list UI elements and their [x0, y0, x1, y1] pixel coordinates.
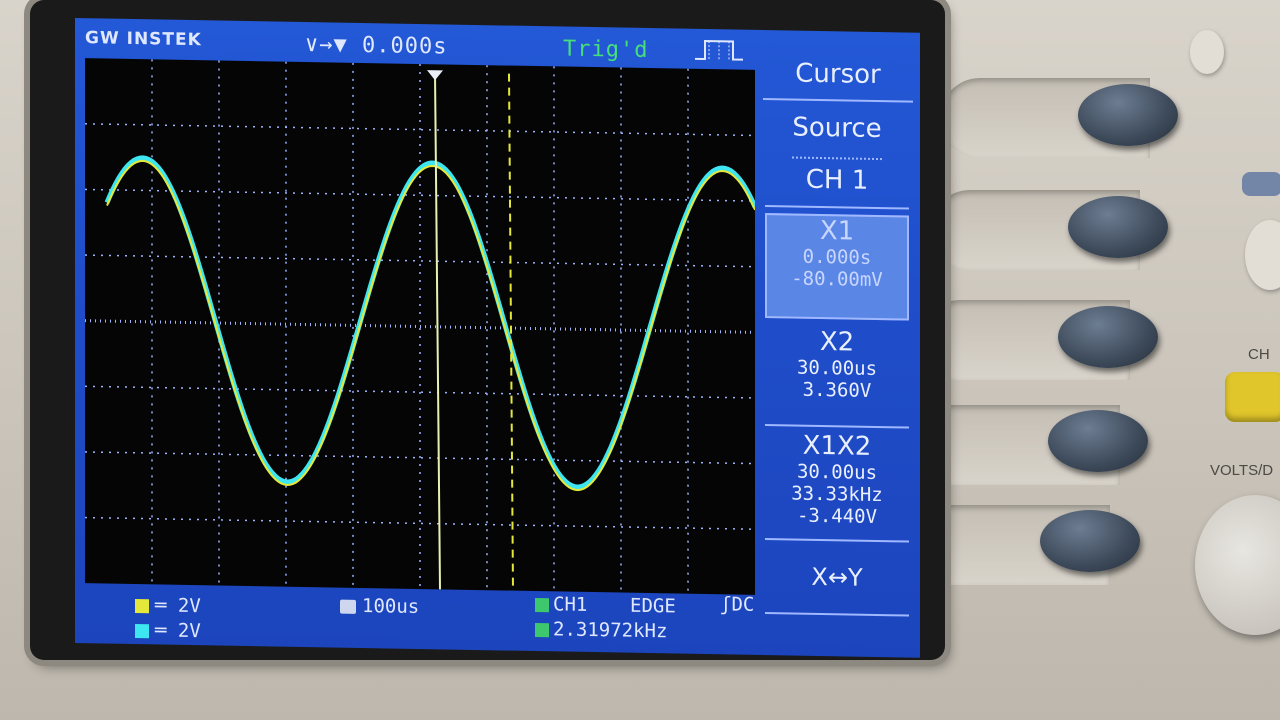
x1x2-delta-time: 30.00us	[796, 460, 878, 484]
brand-logo: GW INSTEK	[85, 28, 202, 51]
x1-label: X1	[819, 216, 855, 247]
trigger-position-marker	[427, 70, 443, 81]
trigger-coupling-value: DC	[731, 593, 755, 616]
dc-coupling-icon: ═	[155, 594, 167, 617]
ch2-scale-value: 2V	[177, 619, 201, 643]
source-label: Source	[792, 112, 882, 145]
ch1-button[interactable]	[1225, 372, 1280, 422]
cursor-menu: Cursor Source CH 1 X1 0.000s -80.00mV X2…	[763, 58, 913, 617]
grid-horizontal-line	[85, 188, 755, 202]
grid-lines	[85, 59, 755, 594]
trigger-status: Trig'd	[563, 36, 649, 64]
cursor-x1-line	[434, 72, 441, 590]
waveform-grid	[85, 58, 755, 595]
timebase-value: 100us	[362, 595, 420, 619]
x1x2-frequency: 33.33kHz	[791, 482, 883, 507]
cursor-x1x2-option[interactable]: X1X2 30.00us 33.33kHz -3.440V	[765, 430, 909, 543]
time-position-readout: ∨→▼ 0.000s	[305, 32, 448, 60]
softkey-button-3[interactable]	[1058, 306, 1158, 368]
x1-voltage: -80.00mV	[791, 267, 883, 292]
cursor-x2-option[interactable]: X2 30.00us 3.360V	[765, 326, 909, 429]
menu-title: Cursor	[763, 58, 913, 103]
cursor-x1-option[interactable]: X1 0.000s -80.00mV	[765, 213, 909, 321]
source-value: CH 1	[792, 156, 882, 197]
softkey-button-2[interactable]	[1068, 196, 1168, 258]
x1x2-delta-voltage: -3.440V	[796, 504, 878, 528]
source-option[interactable]: Source CH 1	[765, 102, 909, 210]
x2-voltage: 3.360V	[802, 378, 872, 402]
grid-horizontal-line	[85, 516, 755, 530]
main-timebase-icon	[340, 599, 356, 614]
volts-div-label: VOLTS/D	[1210, 462, 1274, 479]
softkey-button-5[interactable]	[1040, 510, 1140, 572]
xy-label: X↔Y	[811, 562, 863, 592]
panel-indicator	[1242, 172, 1280, 196]
grid-horizontal-line	[85, 319, 755, 334]
ch-label: CH	[1248, 346, 1270, 363]
ch2-indicator-icon	[135, 623, 149, 638]
ch2-waveform	[104, 155, 755, 490]
ch1-scale-status: ═ 2V	[135, 594, 201, 617]
ch2-scale-status: ═ 2V	[135, 619, 201, 642]
x1-time: 0.000s	[802, 245, 872, 269]
menu-knob[interactable]	[1190, 30, 1224, 74]
frequency-value: 2.31972kHz	[553, 618, 668, 643]
rising-edge-icon: ʃ	[720, 593, 732, 616]
trigger-coupling-status: ʃDC	[720, 593, 754, 616]
acquire-mode-icon	[695, 39, 743, 61]
x1x2-label: X1X2	[802, 430, 872, 462]
xy-mode-option[interactable]: X↔Y	[765, 544, 909, 617]
frequency-status: 2.31972kHz	[535, 618, 667, 642]
frequency-counter-icon	[535, 622, 549, 637]
trigger-type-status: EDGE	[630, 594, 676, 618]
x2-time: 30.00us	[796, 356, 878, 380]
x2-label: X2	[819, 327, 855, 358]
softkey-button-4[interactable]	[1048, 410, 1148, 472]
trigger-source-status: CH1	[535, 593, 587, 616]
softkey-button-1[interactable]	[1078, 84, 1178, 146]
dc-coupling-icon: ═	[155, 619, 167, 642]
trigger-source-icon	[535, 597, 549, 612]
ch1-scale-value: 2V	[177, 594, 201, 618]
oscilloscope-display: GW INSTEK ∨→▼ 0.000s Trig'd Cursor Sourc…	[75, 18, 920, 658]
trigger-source-value: CH1	[553, 593, 588, 616]
ch1-indicator-icon	[135, 598, 149, 613]
timebase-status: 100us	[340, 595, 419, 618]
